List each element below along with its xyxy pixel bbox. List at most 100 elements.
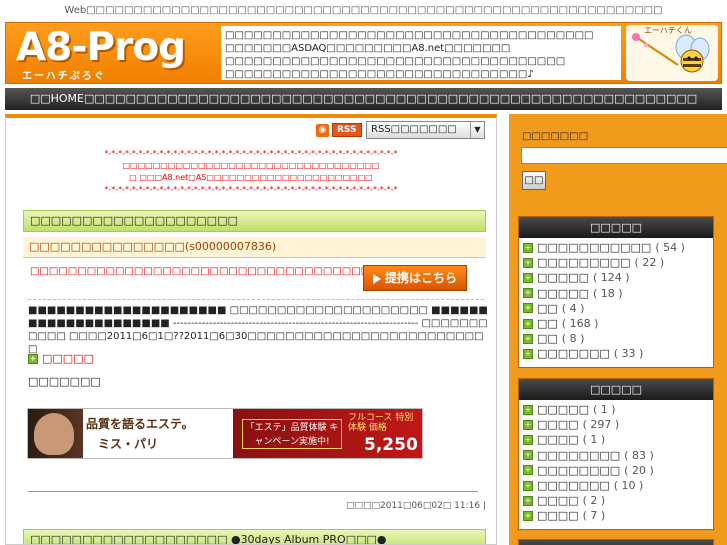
post-meta: □□□□2011□06□02□ 11:16 | bbox=[345, 501, 486, 511]
category-box: □□□□□ bbox=[518, 539, 714, 545]
search-label: □□□□□□□ bbox=[522, 131, 589, 142]
category-item[interactable]: + □□□□□□□( 10 ) bbox=[523, 478, 713, 493]
category-count: ( 7 ) bbox=[582, 509, 606, 523]
rss-reader-select[interactable]: RSS□□□□□□□ ▼ bbox=[366, 121, 485, 139]
category-list: + □□□□□( 1 ) + □□□□( 297 ) + □□□□( 1 ) + □□□… bbox=[519, 400, 713, 524]
category-label: □□□□ bbox=[537, 433, 579, 447]
category-item[interactable]: + □□□□□□□( 33 ) bbox=[523, 346, 713, 361]
plus-icon: + bbox=[523, 288, 533, 299]
category-label: □□□□□□□ bbox=[537, 347, 610, 361]
notice-line: *-*-*-*-*-*-*-*-*-*-*-*-*-*-*-*-*-*-*-*-… bbox=[104, 185, 398, 194]
category-item[interactable]: + □□□□( 7 ) bbox=[523, 508, 713, 523]
category-item[interactable]: + □□□□□□□□□( 22 ) bbox=[523, 255, 713, 270]
plus-icon: + bbox=[523, 419, 533, 430]
read-more-link[interactable]: + □□□□□ bbox=[28, 352, 94, 365]
category-item[interactable]: + □□□□( 1 ) bbox=[523, 432, 713, 447]
notice-line: *-*-*-*-*-*-*-*-*-*-*-*-*-*-*-*-*-*-*-*-… bbox=[104, 149, 398, 158]
category-item[interactable]: + □□( 4 ) bbox=[523, 301, 713, 316]
search-button[interactable]: □□ bbox=[522, 171, 546, 190]
partner-cta-button[interactable]: 提携はこちら bbox=[363, 265, 467, 291]
mascot-label: エーハチくん bbox=[644, 26, 692, 35]
rss-feed-icon: ◉ bbox=[316, 123, 329, 137]
category-count: ( 83 ) bbox=[624, 448, 654, 462]
rss-link[interactable]: ◉ RSS bbox=[316, 122, 362, 138]
category-item[interactable]: + □□□□□□□□□□□( 54 ) bbox=[523, 240, 713, 255]
category-count: ( 168 ) bbox=[561, 317, 599, 331]
read-more-label: □□□□□ bbox=[42, 352, 94, 365]
plus-icon: + bbox=[523, 480, 533, 491]
post-note: □□□□□□□ bbox=[28, 375, 101, 388]
category-item[interactable]: + □□□□□( 1 ) bbox=[523, 402, 713, 417]
category-count: ( 33 ) bbox=[613, 347, 644, 361]
sidebar: □□□□□□□ □□ □□□□□ + □□□□□□□□□□□( 54 ) + □□□… bbox=[509, 114, 727, 545]
post-teaser[interactable]: □□□□□□□□□□□□□□□□□□□□□□□□□□□□□□□□□□□□ bbox=[30, 266, 370, 277]
category-item[interactable]: + □□□□□( 18 ) bbox=[523, 286, 713, 301]
category-box: □□□□□ + □□□□□□□□□□□( 54 ) + □□□□□□□□□( 22 … bbox=[518, 216, 714, 368]
site-logo[interactable]: A8-Prog エーハチぷろぐ bbox=[16, 25, 206, 82]
category-count: ( 10 ) bbox=[613, 479, 644, 493]
category-count: ( 124 ) bbox=[592, 271, 630, 285]
ad-banner[interactable]: 品質を語るエステ。 ミス・パリ 「エステ」品質体験 キャンペーン実施中! フルコ… bbox=[27, 408, 423, 480]
post-body: ■■■■■■■■■■■■■■■■■■■■■ □□□□□□□□□□□□□□□□□□… bbox=[28, 305, 488, 355]
category-label: □□□□□□□□□□□ bbox=[537, 241, 652, 255]
category-box-title: □□□□□ bbox=[519, 540, 713, 545]
mascot-bee-image: エーハチくん bbox=[626, 25, 718, 81]
plus-icon: + bbox=[523, 404, 533, 415]
category-item[interactable]: + □□□□□( 124 ) bbox=[523, 270, 713, 285]
category-item[interactable]: + □□□□( 2 ) bbox=[523, 493, 713, 508]
category-label: □□ bbox=[537, 317, 558, 331]
post-title[interactable]: □□□□□□□□□□□□□□□□□□□ ●30days Album PRO□□□… bbox=[23, 529, 486, 544]
plus-icon: + bbox=[523, 242, 533, 253]
category-label: □□□□□ bbox=[537, 286, 589, 300]
category-count: ( 4 ) bbox=[561, 301, 585, 315]
category-item[interactable]: + □□( 8 ) bbox=[523, 331, 713, 346]
plus-icon: + bbox=[523, 434, 533, 445]
plus-icon: + bbox=[523, 465, 533, 476]
category-count: ( 2 ) bbox=[582, 494, 606, 508]
category-count: ( 8 ) bbox=[561, 332, 585, 346]
plus-icon: + bbox=[523, 450, 533, 461]
main-nav[interactable]: □□HOME□□□□□□□□□□□□□□□□□□□□□□□□□□□□□□□□□□… bbox=[5, 88, 722, 110]
arrow-right-icon bbox=[372, 273, 381, 284]
notice-block: *-*-*-*-*-*-*-*-*-*-*-*-*-*-*-*-*-*-*-*-… bbox=[26, 148, 476, 196]
plus-icon: + bbox=[523, 257, 533, 268]
category-count: ( 18 ) bbox=[592, 286, 623, 300]
category-count: ( 22 ) bbox=[634, 256, 665, 270]
search-input[interactable] bbox=[521, 147, 727, 164]
category-item[interactable]: + □□□□□□□□( 83 ) bbox=[523, 448, 713, 463]
divider bbox=[28, 299, 484, 300]
banner-price: 5,250円 bbox=[364, 435, 418, 480]
notice-line: □ □□□A8.net□AS□□□□□□□□□□□□□□□□□□□□□□ bbox=[129, 173, 373, 182]
cta-label: 提携はこちら bbox=[384, 271, 457, 285]
category-label: □□□□□□□ bbox=[537, 479, 610, 493]
category-item[interactable]: + □□□□( 297 ) bbox=[523, 417, 713, 432]
category-box: □□□□□ + □□□□□( 1 ) + □□□□( 297 ) + □□□□( 1 … bbox=[518, 378, 714, 530]
plus-icon: + bbox=[523, 318, 533, 329]
category-label: □□□□ bbox=[537, 494, 579, 508]
plus-icon: + bbox=[523, 272, 533, 283]
category-count: ( 54 ) bbox=[655, 241, 685, 255]
category-box-title: □□□□□ bbox=[519, 217, 713, 238]
category-label: □□ bbox=[537, 301, 558, 315]
category-label: □□□□□□□□ bbox=[537, 448, 621, 462]
category-count: ( 1 ) bbox=[582, 433, 606, 447]
plus-icon: + bbox=[28, 353, 38, 364]
category-item[interactable]: + □□□□□□□□( 20 ) bbox=[523, 463, 713, 478]
main-content: ◉ RSS RSS□□□□□□□ ▼ *-*-*-*-*-*-*-*-*-*-*… bbox=[5, 114, 497, 545]
category-box-title: □□□□□ bbox=[519, 379, 713, 400]
plus-icon: + bbox=[523, 495, 533, 506]
banner-campaign: 「エステ」品質体験 キャンペーン実施中! bbox=[242, 419, 342, 449]
rss-badge[interactable]: RSS bbox=[332, 123, 362, 137]
plus-icon: + bbox=[523, 348, 533, 359]
logo-subtitle: エーハチぷろぐ bbox=[22, 71, 106, 82]
post-title[interactable]: □□□□□□□□□□□□□□□□□□□□ bbox=[23, 210, 486, 232]
category-item[interactable]: + □□( 168 ) bbox=[523, 316, 713, 331]
program-name: □□□□□□□□□□□□□□□(s00000007836) bbox=[23, 237, 486, 258]
plus-icon: + bbox=[523, 303, 533, 314]
site-description: □□□□□□□□□□□□□□□□□□□□□□□□□□□□□□□□□□□□□□□ … bbox=[221, 26, 621, 80]
category-label: □□□□□ bbox=[537, 271, 589, 285]
banner-price-label: フルコース 特別 体験 価格 bbox=[348, 413, 414, 433]
logo-text: A8-Prog bbox=[16, 25, 186, 70]
chevron-down-icon: ▼ bbox=[470, 122, 484, 138]
category-label: □□□□ bbox=[537, 509, 579, 523]
